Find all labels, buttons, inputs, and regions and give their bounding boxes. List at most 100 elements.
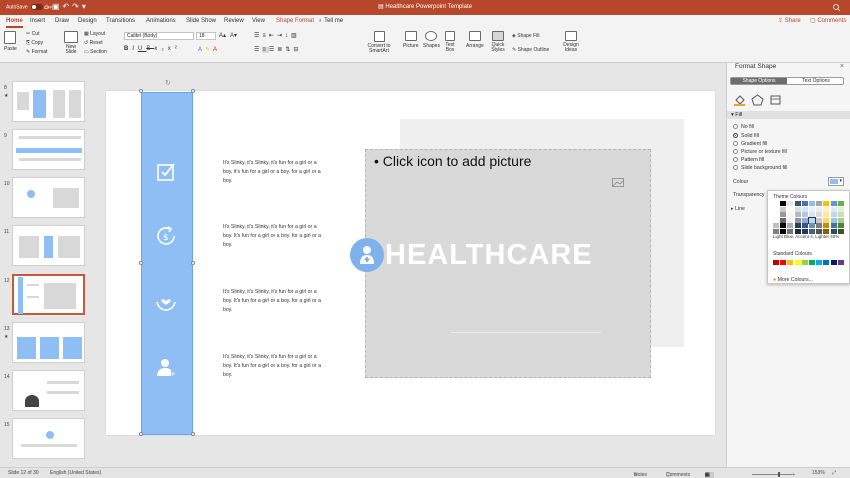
size-properties-icon[interactable] xyxy=(769,94,782,106)
slide-thumbnail[interactable] xyxy=(12,177,85,218)
theme-colour-swatch[interactable] xyxy=(809,206,815,212)
theme-colour-swatch[interactable] xyxy=(794,228,801,234)
theme-colour-swatch[interactable] xyxy=(816,212,823,217)
radio-button[interactable] xyxy=(733,141,738,147)
theme-colour-swatch[interactable] xyxy=(830,212,837,217)
more-colours-button[interactable]: ● More Colours... xyxy=(773,277,813,283)
slide-thumbnail[interactable] xyxy=(12,322,85,363)
tab-insert[interactable]: Insert xyxy=(30,18,45,24)
font-size-select[interactable]: 18 xyxy=(196,32,216,40)
theme-colour-swatch[interactable] xyxy=(823,212,830,217)
tab-animations[interactable]: Animations xyxy=(146,18,176,24)
theme-colour-swatch[interactable] xyxy=(823,223,830,228)
theme-colour-swatch[interactable] xyxy=(830,217,837,223)
increase-font-icon[interactable]: A▴ xyxy=(219,32,226,39)
zoom-track[interactable] xyxy=(752,472,792,478)
body-text-3[interactable]: It's Slinky, it's Slinky, it's fun for a… xyxy=(223,288,321,316)
slide-thumbnail[interactable] xyxy=(12,418,85,459)
theme-colour-swatch[interactable] xyxy=(830,223,837,228)
decrease-indent-icon[interactable]: ⇤ xyxy=(269,33,277,39)
theme-colour-swatch[interactable] xyxy=(787,223,794,228)
body-text-4[interactable]: It's Slinky, it's Slinky, it's fun for a… xyxy=(223,353,321,381)
theme-colour-swatch[interactable] xyxy=(809,223,815,228)
theme-colour-swatch[interactable] xyxy=(773,223,779,228)
theme-colour-swatch[interactable] xyxy=(787,201,794,206)
radio-button[interactable] xyxy=(733,124,738,130)
quick-styles-button[interactable]: Quick Styles xyxy=(488,31,508,53)
theme-colour-swatch[interactable] xyxy=(801,201,808,206)
theme-colour-swatch[interactable] xyxy=(787,217,794,223)
standard-colour-swatch[interactable] xyxy=(780,260,787,265)
tab-design[interactable]: Design xyxy=(78,18,97,24)
theme-colour-swatch[interactable] xyxy=(773,201,779,206)
slide-thumbnail-selected[interactable] xyxy=(12,274,85,315)
slide-thumbnail[interactable] xyxy=(12,81,85,122)
tab-home[interactable]: Home xyxy=(6,18,23,28)
share-button[interactable]: ⇪ Share xyxy=(778,17,801,24)
theme-colour-swatch[interactable] xyxy=(780,201,787,206)
tab-draw[interactable]: Draw xyxy=(55,18,69,24)
shape-fill-button[interactable]: ◈ Shape Fill xyxy=(512,33,539,39)
standard-colour-swatch[interactable] xyxy=(823,260,830,265)
search-icon[interactable] xyxy=(783,2,843,13)
theme-colour-swatch[interactable] xyxy=(816,206,823,212)
design-ideas-button[interactable]: Design Ideas xyxy=(560,31,582,53)
reset-button[interactable]: ↺ Reset xyxy=(84,40,103,46)
theme-colour-swatch[interactable] xyxy=(830,228,837,234)
theme-colour-swatch[interactable] xyxy=(780,217,787,223)
section-button[interactable]: ▭ Section xyxy=(84,49,107,55)
fill-option-slide-background[interactable]: Slide background fill xyxy=(733,165,787,171)
theme-colour-swatch[interactable] xyxy=(794,217,801,223)
columns-icon[interactable]: ▥ xyxy=(291,33,300,39)
decrease-font-icon[interactable]: A▾ xyxy=(230,32,237,39)
superscript-icon[interactable]: x² xyxy=(168,46,181,52)
close-icon[interactable]: × xyxy=(840,63,844,70)
theme-colour-swatch[interactable] xyxy=(801,206,808,212)
resize-handle[interactable] xyxy=(191,89,195,93)
theme-colour-swatch[interactable] xyxy=(794,206,801,212)
theme-colour-swatch[interactable] xyxy=(830,206,837,212)
tab-tell-me[interactable]: ♁ Tell me xyxy=(318,18,343,24)
theme-colour-swatch[interactable] xyxy=(787,212,794,217)
shape-outline-button[interactable]: ✎ Shape Outline xyxy=(512,47,549,53)
tab-transitions[interactable]: Transitions xyxy=(106,18,135,24)
colour-dropdown[interactable]: ▾ xyxy=(828,177,844,186)
theme-colour-swatch[interactable] xyxy=(816,217,823,223)
shapes-button[interactable]: Shapes xyxy=(423,31,440,49)
layout-button[interactable]: ▦ Layout xyxy=(84,31,105,37)
selected-blue-rectangle[interactable]: $ + xyxy=(141,92,193,435)
theme-colour-swatch[interactable] xyxy=(801,228,808,234)
theme-colour-swatch[interactable] xyxy=(837,212,844,217)
resize-handle[interactable] xyxy=(139,261,143,265)
fill-section-header[interactable]: ▾ Fill xyxy=(727,111,850,119)
standard-colour-swatch[interactable] xyxy=(794,260,801,265)
arrange-button[interactable]: Arrange xyxy=(466,31,484,49)
standard-colour-swatch[interactable] xyxy=(830,260,837,265)
convert-smartart-button[interactable]: Convert to SmartArt xyxy=(364,31,394,54)
copy-button[interactable]: ⎘ Copy xyxy=(26,40,43,46)
theme-colour-swatch[interactable] xyxy=(794,223,801,228)
slide-thumbnail[interactable] xyxy=(12,370,85,411)
theme-colour-swatch[interactable] xyxy=(823,228,830,234)
resize-handle[interactable] xyxy=(191,432,195,436)
body-text-1[interactable]: It's Slinky, it's Slinky, it's fun for a… xyxy=(223,159,321,187)
subscript-icon[interactable]: x₂ xyxy=(154,46,167,52)
text-effects-icon[interactable]: A xyxy=(198,47,205,53)
theme-colour-swatch[interactable] xyxy=(816,228,823,234)
theme-colour-swatch[interactable] xyxy=(787,206,794,212)
zoom-in-icon[interactable]: + xyxy=(792,472,795,478)
line-section-header[interactable]: ▸ Line xyxy=(731,206,745,212)
font-name-select[interactable]: Calibri (Body) xyxy=(124,32,194,40)
zoom-slider[interactable]: − + xyxy=(752,470,795,478)
standard-colour-swatch[interactable] xyxy=(801,260,808,265)
standard-colour-swatch[interactable] xyxy=(809,260,815,265)
theme-colour-swatch[interactable] xyxy=(837,201,844,206)
new-slide-button[interactable]: New Slide xyxy=(62,31,80,55)
tab-shape-options[interactable]: Shape Options xyxy=(731,78,787,84)
format-painter-button[interactable]: ✎ Format xyxy=(26,49,47,55)
resize-handle[interactable] xyxy=(139,89,143,93)
fill-option-no-fill[interactable]: No fill xyxy=(733,124,754,130)
fill-option-solid-fill[interactable]: Solid fill xyxy=(733,133,759,139)
theme-colour-swatch[interactable] xyxy=(823,201,830,206)
theme-colour-swatch[interactable] xyxy=(801,217,808,223)
